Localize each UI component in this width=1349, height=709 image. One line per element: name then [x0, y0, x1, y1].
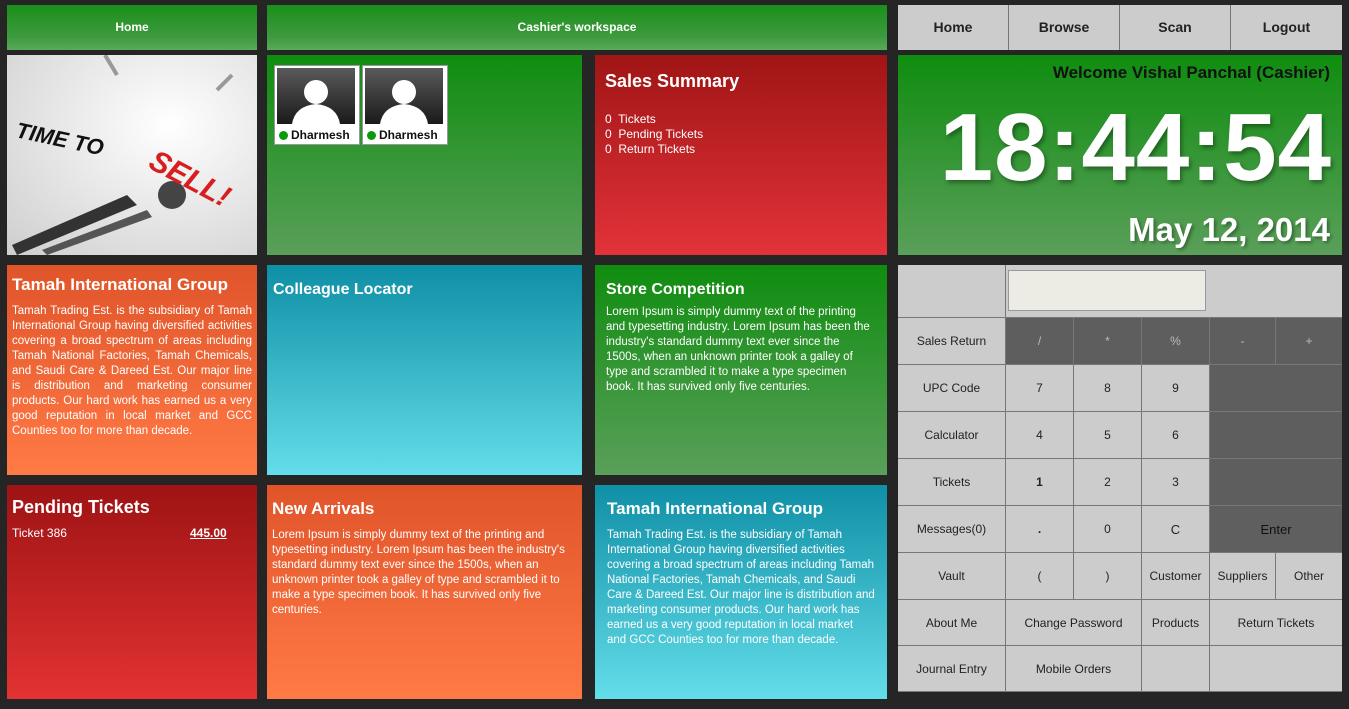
- keypad-blank-right: [1210, 265, 1342, 318]
- tamah-title: Tamah International Group: [12, 275, 228, 294]
- summary-return[interactable]: 0 Return Tickets: [605, 142, 877, 157]
- tickets-label: Tickets: [618, 112, 656, 126]
- avatar: [365, 68, 443, 124]
- keypad-dark-cell: [1210, 365, 1342, 412]
- workspace-title: Cashier's workspace: [517, 20, 637, 34]
- nav-logout-button[interactable]: Logout: [1231, 5, 1342, 50]
- key-6[interactable]: 6: [1142, 412, 1210, 459]
- nav-home-button[interactable]: Home: [898, 5, 1009, 50]
- messages-button[interactable]: Messages(0): [898, 506, 1006, 553]
- return-tickets-button[interactable]: Return Tickets: [1210, 600, 1342, 646]
- tickets-count: 0: [605, 112, 612, 126]
- keypad-dark-cell: [1210, 412, 1342, 459]
- key-4[interactable]: 4: [1006, 412, 1074, 459]
- clock-time: 18:44:54: [939, 94, 1332, 201]
- upc-code-button[interactable]: UPC Code: [898, 365, 1006, 412]
- tamah-info-tile: Tamah International Group Tamah Trading …: [7, 265, 257, 475]
- pending-tickets-title: Pending Tickets: [12, 497, 150, 517]
- online-status-icon: [279, 131, 288, 140]
- customer-button[interactable]: Customer: [1142, 553, 1210, 600]
- pending-ticket-id: Ticket 386: [12, 526, 67, 540]
- colleague-name: Dharmesh: [291, 128, 350, 142]
- online-status-icon: [367, 131, 376, 140]
- time-to-sell-image: TIME TO SELL!: [7, 55, 257, 255]
- key-7[interactable]: 7: [1006, 365, 1074, 412]
- home-bar-label: Home: [115, 20, 149, 34]
- products-button[interactable]: Products: [1142, 600, 1210, 646]
- enter-button[interactable]: Enter: [1210, 506, 1342, 553]
- colleague-card[interactable]: Dharmesh: [274, 65, 360, 145]
- key-paren-close[interactable]: ): [1074, 553, 1142, 600]
- vault-button[interactable]: Vault: [898, 553, 1006, 600]
- keypad-dark-cell: [1210, 459, 1342, 506]
- sales-summary-title: Sales Summary: [605, 71, 740, 91]
- keypad-blank-cell: [1210, 646, 1342, 692]
- key-9[interactable]: 9: [1142, 365, 1210, 412]
- tamah-group-tile: Tamah International Group Tamah Trading …: [595, 485, 887, 699]
- new-arrivals-title: New Arrivals: [272, 499, 375, 518]
- summary-tickets[interactable]: 0 Tickets: [605, 112, 877, 127]
- colleague-name: Dharmesh: [379, 128, 438, 142]
- pending-ticket-amount[interactable]: 445.00: [190, 526, 227, 540]
- key-paren-open[interactable]: (: [1006, 553, 1074, 600]
- key-clear[interactable]: C: [1142, 506, 1210, 553]
- tickets-button[interactable]: Tickets: [898, 459, 1006, 506]
- journal-entry-button[interactable]: Journal Entry: [898, 646, 1006, 692]
- sales-summary-tile: Sales Summary 0 Tickets 0 Pending Ticket…: [595, 55, 887, 255]
- key-0[interactable]: 0: [1074, 506, 1142, 553]
- key-dot[interactable]: .: [1006, 506, 1074, 553]
- keypad-display-input[interactable]: [1008, 270, 1206, 311]
- new-arrivals-tile: New Arrivals Lorem Ipsum is simply dummy…: [267, 485, 582, 699]
- key-5[interactable]: 5: [1074, 412, 1142, 459]
- about-me-button[interactable]: About Me: [898, 600, 1006, 646]
- welcome-text: Welcome Vishal Panchal (Cashier): [1052, 63, 1330, 82]
- store-competition-body: Lorem Ipsum is simply dummy text of the …: [606, 306, 870, 393]
- calculator-button[interactable]: Calculator: [898, 412, 1006, 459]
- key-plus[interactable]: +: [1276, 318, 1342, 365]
- colleague-locator-tile[interactable]: Colleague Locator: [267, 265, 582, 475]
- pending-count: 0: [605, 127, 612, 141]
- key-divide[interactable]: /: [1006, 318, 1074, 365]
- nav-browse-button[interactable]: Browse: [1009, 5, 1120, 50]
- sales-return-button[interactable]: Sales Return: [898, 318, 1006, 365]
- suppliers-button[interactable]: Suppliers: [1210, 553, 1276, 600]
- home-bar[interactable]: Home: [7, 5, 257, 50]
- display-cell: [1006, 265, 1210, 318]
- key-1[interactable]: 1: [1006, 459, 1074, 506]
- return-count: 0: [605, 142, 612, 156]
- new-arrivals-body: Lorem Ipsum is simply dummy text of the …: [272, 529, 565, 616]
- key-multiply[interactable]: *: [1074, 318, 1142, 365]
- store-competition-tile: Store Competition Lorem Ipsum is simply …: [595, 265, 887, 475]
- keypad-blank-left: [898, 265, 1006, 318]
- key-minus[interactable]: -: [1210, 318, 1276, 365]
- key-3[interactable]: 3: [1142, 459, 1210, 506]
- store-competition-title: Store Competition: [606, 281, 745, 298]
- nav-scan-button[interactable]: Scan: [1120, 5, 1231, 50]
- change-password-button[interactable]: Change Password: [1006, 600, 1142, 646]
- clock-tile: Welcome Vishal Panchal (Cashier) 18:44:5…: [898, 55, 1342, 255]
- summary-pending[interactable]: 0 Pending Tickets: [605, 127, 877, 142]
- pending-label: Pending Tickets: [618, 127, 704, 141]
- mobile-orders-button[interactable]: Mobile Orders: [1006, 646, 1142, 692]
- keypad-blank-cell: [1142, 646, 1210, 692]
- return-label: Return Tickets: [618, 142, 696, 156]
- clock-face-illustration: TIME TO SELL!: [7, 55, 257, 255]
- pending-tickets-tile: Pending Tickets Ticket 386 445.00: [7, 485, 257, 699]
- key-2[interactable]: 2: [1074, 459, 1142, 506]
- tamah-group-body: Tamah Trading Est. is the subsidiary of …: [607, 529, 875, 646]
- clock-date: May 12, 2014: [1128, 211, 1330, 248]
- tamah-body: Tamah Trading Est. is the subsidiary of …: [12, 305, 252, 437]
- tamah-group-title: Tamah International Group: [607, 499, 823, 518]
- other-button[interactable]: Other: [1276, 553, 1342, 600]
- avatar: [277, 68, 355, 124]
- pending-ticket-row[interactable]: Ticket 386 445.00: [12, 526, 252, 540]
- online-colleagues-tile: Dharmesh Dharmesh: [267, 55, 582, 255]
- workspace-bar: Cashier's workspace: [267, 5, 887, 50]
- colleague-locator-title: Colleague Locator: [273, 281, 413, 298]
- key-percent[interactable]: %: [1142, 318, 1210, 365]
- colleague-card[interactable]: Dharmesh: [362, 65, 448, 145]
- key-8[interactable]: 8: [1074, 365, 1142, 412]
